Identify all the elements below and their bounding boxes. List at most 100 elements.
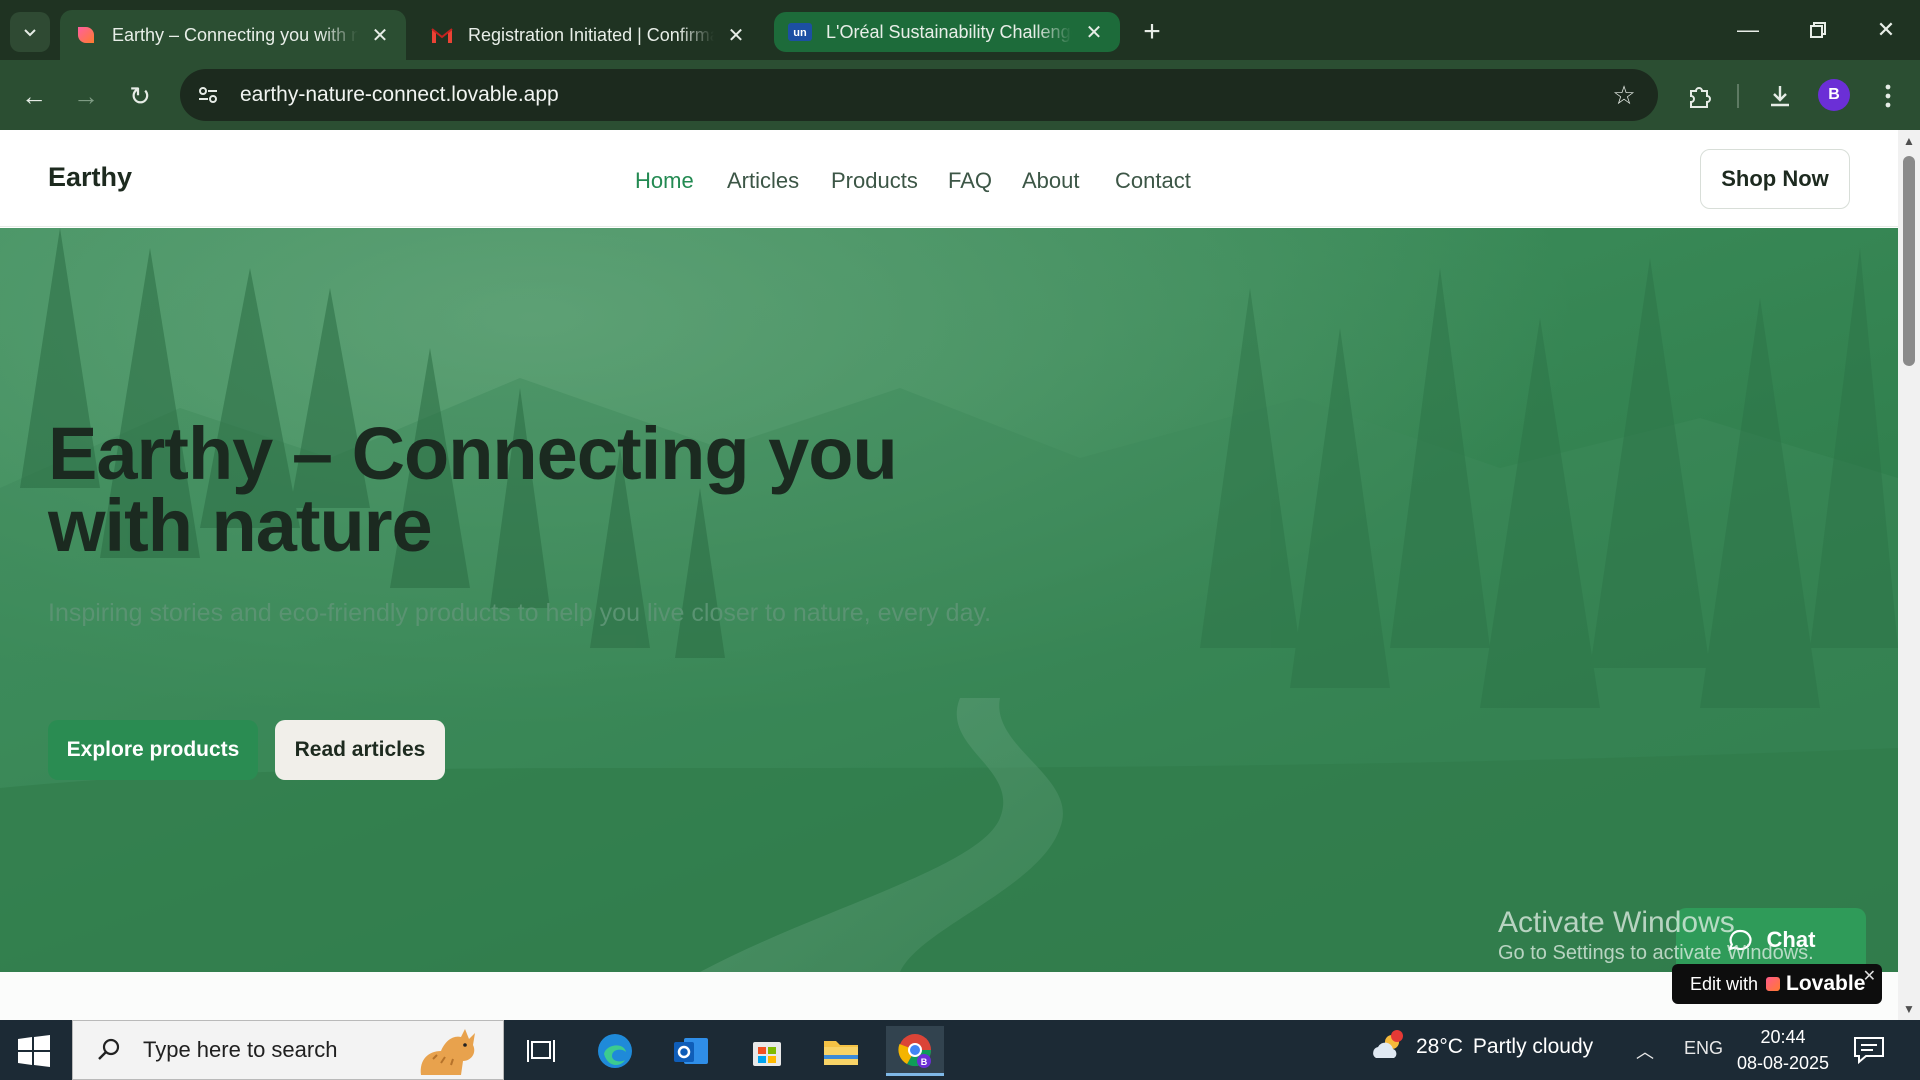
watermark-line-1: Activate Windows <box>1498 906 1735 939</box>
new-tab-button[interactable]: + <box>1134 14 1170 50</box>
minimize-icon: — <box>1737 17 1759 42</box>
close-icon[interactable]: ✕ <box>1082 20 1106 44</box>
reload-icon: ↻ <box>129 80 151 111</box>
close-window-button[interactable]: ✕ <box>1858 8 1914 52</box>
weather-widget[interactable]: 28°C Partly cloudy <box>1370 1030 1593 1064</box>
arrow-left-icon: ← <box>21 80 47 111</box>
clock-time: 20:44 <box>1760 1027 1806 1047</box>
watermark-line-2: Go to Settings to activate Windows. <box>1498 942 1814 964</box>
gmail-icon <box>430 23 454 47</box>
close-icon: ✕ <box>1876 17 1896 42</box>
download-icon <box>1771 86 1789 107</box>
svg-text:un: un <box>793 27 807 39</box>
badge-prefix: Edit with <box>1690 973 1759 994</box>
browser-tab-bar: Earthy – Connecting you with nature ✕ Re… <box>0 0 1920 60</box>
show-hidden-icons-chevron-icon[interactable]: ︿ <box>1636 1038 1654 1064</box>
hero-subtitle: Inspiring stories and eco-friendly produ… <box>48 599 992 627</box>
folder-icon <box>824 1041 858 1065</box>
hero-section: Earthy – Connecting you with nature Insp… <box>0 228 1898 972</box>
nav-contact[interactable]: Contact <box>1115 168 1191 194</box>
search-icon <box>91 1032 127 1068</box>
downloads-button[interactable] <box>1760 76 1800 116</box>
tab-title: Registration Initiated | Confirmation <box>468 24 714 45</box>
plus-icon: + <box>1143 15 1161 48</box>
scroll-down-arrow-icon[interactable]: ▼ <box>1902 1002 1916 1016</box>
shop-now-button[interactable]: Shop Now <box>1700 149 1850 209</box>
partly-cloudy-icon <box>1373 1030 1403 1058</box>
windows-taskbar: Type here to search B 28°C Partly cloudy… <box>0 1020 1920 1080</box>
edge-icon <box>598 1034 632 1068</box>
outlook-icon <box>674 1038 708 1064</box>
microsoft-store-button[interactable] <box>738 1026 796 1076</box>
activate-windows-watermark: Activate Windows Go to Settings to activ… <box>1498 906 1814 965</box>
cat-illustration-icon <box>420 1029 475 1075</box>
nav-articles[interactable]: Articles <box>727 168 799 194</box>
url-text[interactable]: earthy-nature-connect.lovable.app <box>240 83 1604 107</box>
taskbar-search[interactable]: Type here to search <box>72 1020 504 1080</box>
search-placeholder: Type here to search <box>143 1037 338 1062</box>
page-viewport: Earthy Home Articles Products FAQ About … <box>0 130 1898 1020</box>
task-view-button[interactable] <box>512 1026 570 1076</box>
site-logo[interactable]: Earthy <box>48 162 132 193</box>
chrome-icon: B <box>898 1033 932 1068</box>
toolbar-divider <box>1737 84 1739 108</box>
address-bar[interactable]: earthy-nature-connect.lovable.app ☆ <box>180 69 1658 121</box>
read-articles-button[interactable]: Read articles <box>275 720 445 780</box>
nav-home[interactable]: Home <box>635 168 694 194</box>
site-info-icon[interactable] <box>186 73 230 117</box>
scroll-up-arrow-icon[interactable]: ▲ <box>1902 134 1916 148</box>
task-view-icon <box>527 1040 555 1062</box>
weather-temp: 28°C <box>1416 1035 1463 1058</box>
clock-date: 08-08-2025 <box>1736 1053 1830 1073</box>
restore-button[interactable] <box>1790 8 1846 52</box>
browser-menu-button[interactable] <box>1868 76 1908 116</box>
lovable-heart-icon <box>1766 977 1781 991</box>
browser-toolbar: ← → ↻ earthy-nature-connect.lovable.app … <box>0 60 1920 130</box>
arrow-right-icon: → <box>73 80 99 111</box>
outlook-button[interactable] <box>662 1026 720 1076</box>
page-scrollbar[interactable]: ▲ ▼ <box>1898 130 1920 1020</box>
taskbar-clock[interactable]: 20:44 08-08-2025 <box>1734 1024 1832 1076</box>
site-header: Earthy Home Articles Products FAQ About … <box>0 130 1898 227</box>
forward-button[interactable]: → <box>66 76 106 116</box>
close-icon[interactable]: ✕ <box>1863 966 1876 986</box>
kebab-menu-icon <box>1885 84 1891 108</box>
close-icon[interactable]: ✕ <box>724 23 748 47</box>
store-icon <box>753 1042 781 1066</box>
language-indicator[interactable]: ENG <box>1684 1038 1723 1059</box>
chevron-down-icon <box>24 29 36 37</box>
tab-earthy[interactable]: Earthy – Connecting you with nature ✕ <box>60 10 406 60</box>
profile-avatar[interactable]: B <box>1818 79 1850 111</box>
chrome-button[interactable]: B <box>886 1026 944 1076</box>
badge-brand: Lovable <box>1786 972 1866 995</box>
explore-products-button[interactable]: Explore products <box>48 720 258 780</box>
tab-loreal[interactable]: un L'Oréal Sustainability Challenge ✕ <box>774 12 1120 52</box>
tab-search-button[interactable] <box>10 12 50 52</box>
edit-with-lovable-badge[interactable]: Edit with Lovable ✕ <box>1672 964 1882 1004</box>
puzzle-icon <box>1690 87 1711 108</box>
tab-title: Earthy – Connecting you with nature <box>112 24 358 45</box>
nav-products[interactable]: Products <box>831 168 918 194</box>
close-icon[interactable]: ✕ <box>368 23 392 47</box>
extensions-button[interactable] <box>1680 76 1720 116</box>
restore-icon <box>1810 22 1826 38</box>
hero-title: Earthy – Connecting you with nature <box>48 412 898 567</box>
minimize-button[interactable]: — <box>1720 8 1776 52</box>
back-button[interactable]: ← <box>14 76 54 116</box>
notification-center-icon[interactable] <box>1852 1034 1886 1066</box>
tab-title: L'Oréal Sustainability Challenge <box>826 21 1072 42</box>
edge-browser-button[interactable] <box>586 1026 644 1076</box>
unstop-icon: un <box>788 20 812 44</box>
windows-start-icon[interactable] <box>14 1034 54 1068</box>
nav-about[interactable]: About <box>1022 168 1080 194</box>
reload-button[interactable]: ↻ <box>120 76 160 116</box>
scrollbar-thumb[interactable] <box>1903 156 1915 366</box>
tab-gmail[interactable]: Registration Initiated | Confirmation ✕ <box>416 10 762 60</box>
file-explorer-button[interactable] <box>812 1026 870 1076</box>
lovable-heart-icon <box>74 23 98 47</box>
weather-condition: Partly cloudy <box>1472 1035 1594 1058</box>
nav-faq[interactable]: FAQ <box>948 168 992 194</box>
next-section <box>0 972 1898 1020</box>
bookmark-star-icon[interactable]: ☆ <box>1604 75 1644 115</box>
svg-text:B: B <box>921 1057 928 1067</box>
